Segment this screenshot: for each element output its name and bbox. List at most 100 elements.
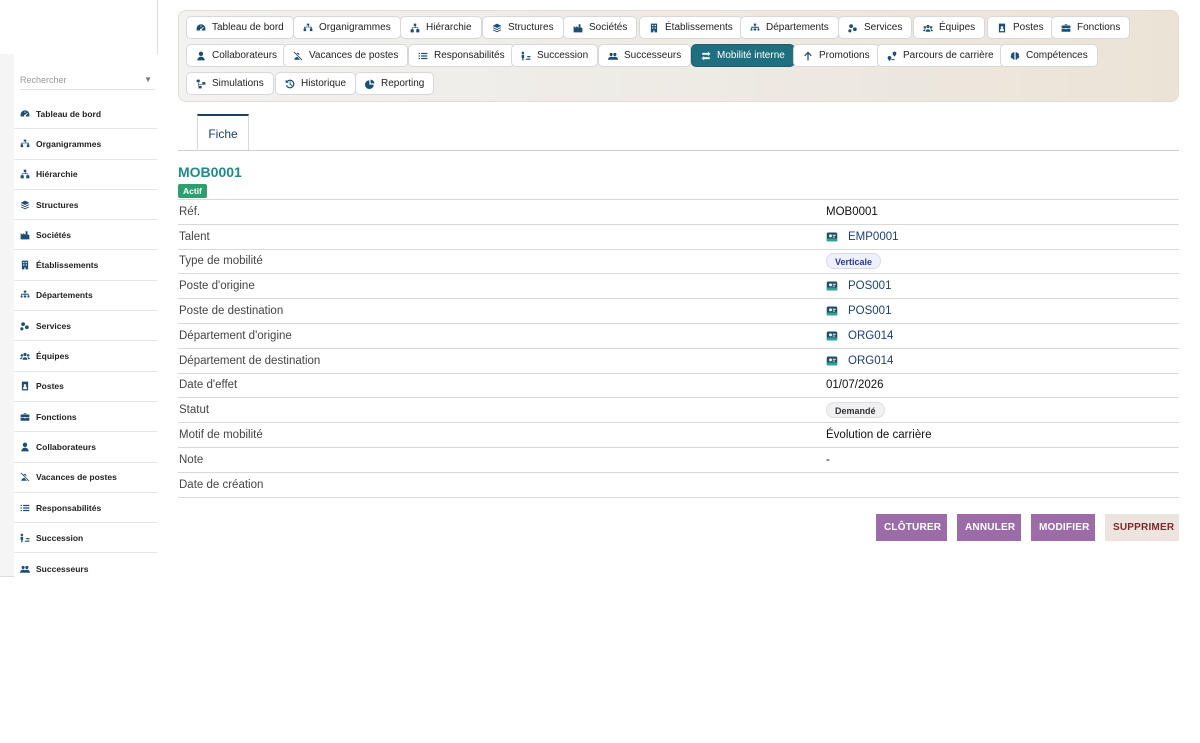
- caret-down-icon: ▼: [144, 75, 152, 84]
- field-label: Date d'effet: [179, 379, 238, 392]
- user-slash-icon: [293, 51, 303, 61]
- sidebar-item-label: Établissements: [36, 260, 99, 271]
- search-select[interactable]: Rechercher ▼: [20, 70, 154, 90]
- talent-link[interactable]: EMP0001: [826, 231, 899, 243]
- field-label: Motif de mobilité: [179, 429, 263, 442]
- nav-pill-collaborateurs[interactable]: Collaborateurs: [186, 44, 288, 67]
- sidebar-item-responsabilites[interactable]: Responsabilités: [14, 493, 157, 524]
- sidebar-item-organigrammes[interactable]: Organigrammes: [14, 129, 157, 160]
- nav-pill-simulations[interactable]: Simulations: [186, 72, 274, 95]
- nav-pill-societes[interactable]: Sociétés: [563, 16, 638, 39]
- nav-pill-equipes[interactable]: Équipes: [913, 16, 986, 39]
- sidebar-item-vacances-de-postes[interactable]: Vacances de postes: [14, 463, 157, 493]
- field-row-talent: Talent EMP0001: [178, 225, 1179, 250]
- sidebar-item-label: Départements: [36, 290, 93, 301]
- sidebar-item-equipes[interactable]: Équipes: [14, 341, 157, 372]
- sidebar-item-successeurs[interactable]: Successeurs: [14, 553, 157, 583]
- sidebar-item-label: Successeurs: [36, 563, 89, 574]
- users-icon: [608, 51, 618, 61]
- nav-pill-mobilite-interne[interactable]: Mobilité interne: [691, 44, 795, 67]
- nav-pill-tableau-de-bord[interactable]: Tableau de bord: [186, 16, 294, 39]
- mobility-type-chip: Verticale: [826, 253, 882, 270]
- nav-pill-etablissements[interactable]: Établissements: [639, 16, 743, 39]
- sidebar-item-collaborateurs[interactable]: Collaborateurs: [14, 432, 157, 463]
- arrow-up-icon: [803, 51, 813, 61]
- field-row-origin-dept: Département d'origine ORG014: [178, 324, 1179, 349]
- nav-pill-label: Fonctions: [1077, 22, 1121, 33]
- nav-pill-responsabilites[interactable]: Responsabilités: [408, 44, 515, 67]
- sidebar-item-societes[interactable]: Sociétés: [14, 220, 157, 251]
- nav-pill-structures[interactable]: Structures: [482, 16, 564, 39]
- sidebar-header: [0, 0, 157, 54]
- nav-pill-postes[interactable]: Postes: [987, 16, 1054, 39]
- nav-pill-label: Successeurs: [624, 50, 682, 61]
- sidebar-item-fonctions[interactable]: Fonctions: [14, 402, 157, 433]
- origin-dept-link[interactable]: ORG014: [826, 330, 893, 342]
- nav-pill-hierarchie[interactable]: Hiérarchie: [400, 16, 482, 39]
- sidebar-item-structures[interactable]: Structures: [14, 190, 157, 221]
- edit-button[interactable]: MODIFIER: [1031, 514, 1095, 541]
- sidebar-item-departements[interactable]: Départements: [14, 281, 157, 312]
- origin-post-link[interactable]: POS001: [826, 280, 891, 292]
- nav-pill-label: Établissements: [665, 22, 733, 33]
- gauge-icon: [196, 23, 206, 33]
- dest-post-link[interactable]: POS001: [826, 305, 891, 317]
- record-code: MOB0001: [178, 164, 242, 180]
- field-label: Note: [179, 453, 204, 466]
- nav-pill-label: Équipes: [939, 22, 976, 33]
- dest-post-link-text: POS001: [848, 305, 892, 318]
- nav-pill-successeurs[interactable]: Successeurs: [598, 44, 692, 67]
- nav-pill-label: Succession: [537, 50, 589, 61]
- field-value-reason: Évolution de carrière: [826, 429, 932, 442]
- sidebar-item-label: Vacances de postes: [36, 472, 117, 483]
- field-row-dest-dept: Département de destination ORG014: [178, 349, 1179, 374]
- nav-pill-organigrammes[interactable]: Organigrammes: [293, 16, 401, 39]
- sidebar-item-hierarchie[interactable]: Hiérarchie: [14, 160, 157, 190]
- sidebar-item-label: Organigrammes: [36, 138, 102, 149]
- sidebar-item-label: Responsabilités: [36, 502, 102, 513]
- nav-pill-services[interactable]: Services: [838, 16, 913, 39]
- nav-pill-competences[interactable]: Compétences: [1000, 44, 1098, 67]
- industry-icon: [20, 230, 30, 240]
- briefcase-icon: [1061, 23, 1071, 33]
- sidebar-item-label: Succession: [36, 532, 84, 543]
- layers-icon: [492, 23, 502, 33]
- nav-pill-vacances-de-postes[interactable]: Vacances de postes: [283, 44, 409, 67]
- nav-pill-label: Parcours de carrière: [903, 50, 994, 61]
- delete-button[interactable]: SUPPRIMER: [1105, 514, 1179, 541]
- nav-pill-historique[interactable]: Historique: [275, 72, 357, 95]
- user-tie-icon: [20, 442, 30, 452]
- field-value-ref: MOB0001: [826, 205, 878, 218]
- sidebar-item-succession[interactable]: Succession: [14, 523, 157, 554]
- org-chart-icon: [20, 139, 30, 149]
- sidebar-item-label: Sociétés: [36, 229, 71, 240]
- field-label: Statut: [179, 404, 210, 417]
- sidebar-item-label: Services: [36, 320, 71, 331]
- sidebar-item-postes[interactable]: Postes: [14, 372, 157, 402]
- nav-pill-promotions[interactable]: Promotions: [793, 44, 880, 67]
- nav-pill-parcours-de-carriere[interactable]: Parcours de carrière: [877, 44, 1004, 67]
- nav-pill-succession[interactable]: Succession: [511, 44, 599, 67]
- nav-pill-fonctions[interactable]: Fonctions: [1051, 16, 1131, 39]
- succession-icon: [20, 533, 30, 543]
- nav-pill-departements[interactable]: Départements: [740, 16, 839, 39]
- close-button[interactable]: CLÔTURER: [876, 514, 947, 541]
- tab-fiche[interactable]: Fiche: [197, 114, 249, 151]
- flow-icon: [196, 79, 206, 89]
- cancel-button[interactable]: ANNULER: [957, 514, 1021, 541]
- nav-pill-label: Départements: [766, 22, 829, 33]
- field-label: Talent: [179, 230, 210, 243]
- sidebar-item-label: Tableau de bord: [36, 108, 102, 119]
- team-icon: [923, 23, 933, 33]
- industry-icon: [573, 23, 583, 33]
- sidebar-item-services[interactable]: Services: [14, 311, 157, 342]
- field-row-dest-post: Poste de destination POS001: [178, 299, 1179, 324]
- sidebar-item-label: Fonctions: [36, 411, 77, 422]
- nav-pill-label: Reporting: [381, 78, 425, 89]
- sidebar-item-etablissements[interactable]: Établissements: [14, 250, 157, 281]
- sidebar-item-tableau-de-bord[interactable]: Tableau de bord: [14, 99, 157, 130]
- talent-link-text: EMP0001: [848, 230, 899, 243]
- dest-dept-link[interactable]: ORG014: [826, 355, 893, 367]
- succession-icon: [521, 51, 531, 61]
- nav-pill-reporting[interactable]: Reporting: [355, 72, 435, 95]
